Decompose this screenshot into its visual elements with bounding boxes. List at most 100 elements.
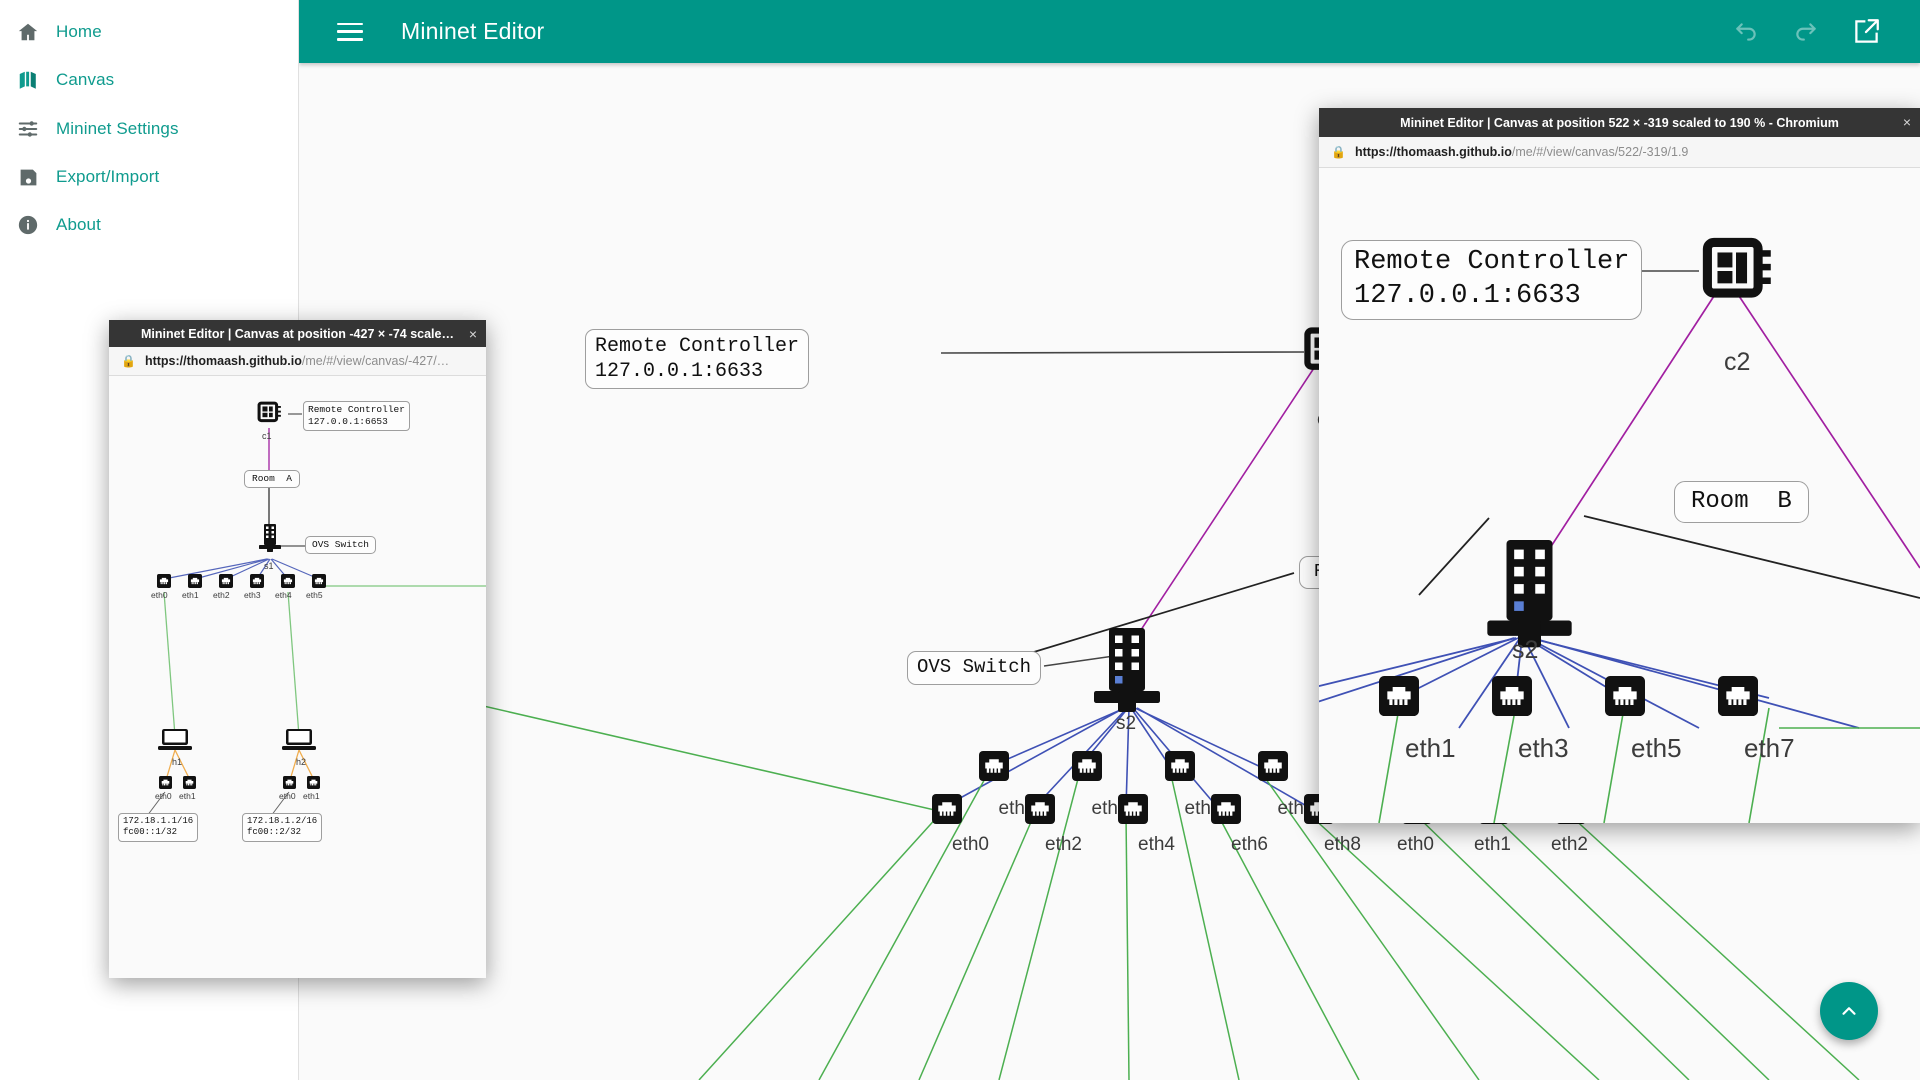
ethernet-port-icon[interactable] [979,751,1009,781]
close-icon[interactable]: × [1903,108,1911,135]
ethernet-port-icon [1072,751,1102,781]
port-label: eth1 [1405,733,1456,764]
port-label: eth4 [1138,834,1175,856]
port-label: eth0 [279,791,296,801]
switch-icon-s1[interactable] [259,524,281,554]
port-label: eth5 [306,590,323,600]
ethernet-port-icon[interactable] [1072,751,1102,781]
window-small-canvas[interactable]: Remote Controller 127.0.0.1:6653 c1 Room… [109,376,486,978]
ethernet-port-icon [283,776,296,789]
map-icon [0,69,56,91]
room-label-a[interactable]: Room A [244,470,300,488]
address-bar[interactable]: 🔒 https://thomaash.github.io/me/#/view/c… [1319,137,1920,168]
ethernet-port-icon[interactable] [250,574,264,588]
url-path: /me/#/view/canvas/522/-319/1.9 [1512,145,1689,159]
ethernet-port-icon[interactable] [1118,794,1148,824]
host-icon-h1[interactable] [158,728,192,752]
undo-icon[interactable] [1730,16,1762,48]
browser-window-large[interactable]: Mininet Editor | Canvas at position 522 … [1319,108,1920,823]
port-label: eth1 [182,590,199,600]
ethernet-port-icon [1718,676,1758,716]
ethernet-port-icon [250,574,264,588]
port-label: eth2 [1551,834,1588,856]
room-label-b[interactable]: Room B [1674,481,1809,523]
window-titlebar[interactable]: Mininet Editor | Canvas at position 522 … [1319,108,1920,137]
ethernet-port-icon[interactable] [188,574,202,588]
ethernet-port-icon [1492,676,1532,716]
port-label: eth0 [151,590,168,600]
ethernet-port-icon[interactable] [1718,676,1758,716]
port-label: eth7 [1744,733,1795,764]
ethernet-port-icon[interactable] [219,574,233,588]
ethernet-port-icon [979,751,1009,781]
scroll-to-top-button[interactable] [1820,982,1878,1040]
small-canvas-graph [109,376,486,978]
port-label: eth5 [1631,733,1682,764]
url-text: https://thomaash.github.io/me/#/view/can… [1355,145,1688,159]
ethernet-port-icon[interactable] [1492,676,1532,716]
ethernet-port-icon[interactable] [283,776,296,789]
host-icon-h2[interactable] [282,728,316,752]
port-label: eth1 [303,791,320,801]
ethernet-port-icon [188,574,202,588]
port-label: eth3 [244,590,261,600]
controller-name-c1: c1 [262,431,272,441]
menu-icon[interactable] [333,20,367,44]
port-label: eth0 [952,834,989,856]
port-label: eth2 [1045,834,1082,856]
url-text: https://thomaash.github.io/me/#/view/can… [145,354,449,368]
controller-label-box[interactable]: Remote Controller 127.0.0.1:6633 [585,329,809,389]
ethernet-port-icon[interactable] [1605,676,1645,716]
controller-icon-c2[interactable] [1697,232,1775,310]
chevron-up-icon [1838,1000,1860,1022]
sidebar-item-label: Export/Import [56,167,159,187]
redo-icon[interactable] [1790,16,1822,48]
ethernet-port-icon[interactable] [157,574,171,588]
ethernet-port-icon[interactable] [312,574,326,588]
ethernet-port-icon[interactable] [1258,751,1288,781]
address-bar[interactable]: 🔒 https://thomaash.github.io/me/#/view/c… [109,347,486,376]
sidebar-item-mininet-settings[interactable]: Mininet Settings [0,105,299,153]
ethernet-port-icon[interactable] [281,574,295,588]
port-label: eth3 [1518,733,1569,764]
sidebar-item-canvas[interactable]: Canvas [0,56,299,104]
window-title: Mininet Editor | Canvas at position -427… [109,327,486,341]
switch-icon-s2[interactable] [1094,628,1160,718]
open-in-new-icon[interactable] [1850,16,1882,48]
ethernet-port-icon[interactable] [1211,794,1241,824]
ethernet-port-icon[interactable] [159,776,172,789]
ethernet-port-icon[interactable] [1379,676,1419,716]
ethernet-port-icon [932,794,962,824]
host-address-h2[interactable]: 172.18.1.2/16 fc00::2/32 [242,813,322,842]
ethernet-port-icon [307,776,320,789]
sidebar-item-label: Canvas [56,70,114,90]
sliders-icon [0,118,56,140]
close-icon[interactable]: × [469,320,477,347]
ethernet-port-icon [1379,676,1419,716]
controller-label-box-c1[interactable]: Remote Controller 127.0.0.1:6653 [303,401,410,431]
window-large-canvas[interactable]: Remote Controller 127.0.0.1:6633 c2 Room… [1319,168,1920,823]
ethernet-port-icon[interactable] [307,776,320,789]
ethernet-port-icon [183,776,196,789]
controller-icon-c1[interactable] [255,399,283,427]
ethernet-port-icon [1258,751,1288,781]
sidebar-item-about[interactable]: About [0,201,299,249]
toolbar-actions [1730,16,1882,48]
switch-type-label-s2[interactable]: OVS Switch [907,651,1041,685]
switch-type-label-s1[interactable]: OVS Switch [305,536,376,554]
window-titlebar[interactable]: Mininet Editor | Canvas at position -427… [109,320,486,347]
ethernet-port-icon[interactable] [932,794,962,824]
host-address-h1[interactable]: 172.18.1.1/16 fc00::1/32 [118,813,198,842]
switch-name-s2: s2 [1512,636,1538,665]
window-title: Mininet Editor | Canvas at position 522 … [1319,116,1920,130]
sidebar-item-export-import[interactable]: Export/Import [0,153,299,201]
top-app-bar: Mininet Editor [299,0,1920,63]
ethernet-port-icon[interactable] [183,776,196,789]
controller-label-box-c2[interactable]: Remote Controller 127.0.0.1:6633 [1341,240,1642,320]
ethernet-port-icon [159,776,172,789]
browser-window-small[interactable]: Mininet Editor | Canvas at position -427… [109,320,486,978]
host-name-h1: h1 [172,757,182,767]
sidebar-item-home[interactable]: Home [0,8,299,56]
ethernet-port-icon[interactable] [1025,794,1055,824]
ethernet-port-icon[interactable] [1165,751,1195,781]
